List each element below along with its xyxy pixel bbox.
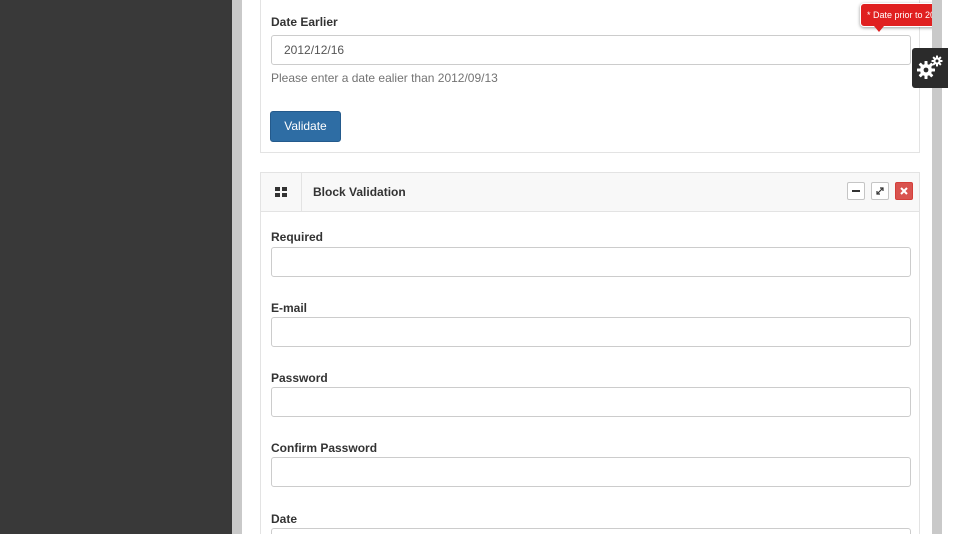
date-earlier-panel: Date Earlier Please enter a date ealier … (260, 0, 920, 153)
date-label: Date (271, 512, 298, 526)
gears-icon (917, 55, 943, 79)
panel-icon-box (261, 173, 302, 211)
email-label: E-mail (271, 301, 308, 315)
minimize-icon (852, 190, 860, 192)
settings-toggle[interactable] (912, 48, 948, 88)
password-input[interactable] (271, 387, 911, 417)
minimize-button[interactable] (847, 182, 865, 200)
date-earlier-label: Date Earlier (271, 15, 338, 29)
error-tooltip-arrow (874, 26, 884, 32)
date-earlier-help: Please enter a date ealier than 2012/09/… (271, 71, 498, 85)
date-input[interactable] (271, 528, 911, 534)
email-input[interactable] (271, 317, 911, 347)
confirm-password-label: Confirm Password (271, 441, 378, 455)
close-button[interactable] (895, 182, 913, 200)
main-content: Date Earlier Please enter a date ealier … (242, 0, 932, 534)
validate-button[interactable]: Validate (270, 111, 341, 142)
date-earlier-input[interactable] (271, 35, 911, 65)
left-sidebar (0, 0, 232, 534)
block-validation-panel: Block Validation Required E-mail Passwor… (260, 172, 920, 534)
expand-icon (876, 187, 884, 195)
page: Date Earlier Please enter a date ealier … (0, 0, 960, 534)
panel-title: Block Validation (313, 185, 406, 199)
confirm-password-input[interactable] (271, 457, 911, 487)
close-icon (900, 187, 908, 195)
required-input[interactable] (271, 247, 911, 277)
expand-button[interactable] (871, 182, 889, 200)
panel-header: Block Validation (261, 173, 919, 212)
required-label: Required (271, 230, 324, 244)
date-error-tooltip: * Date prior to 20 (860, 3, 932, 27)
left-divider (232, 0, 242, 534)
grid-icon (275, 187, 287, 197)
password-label: Password (271, 371, 328, 385)
